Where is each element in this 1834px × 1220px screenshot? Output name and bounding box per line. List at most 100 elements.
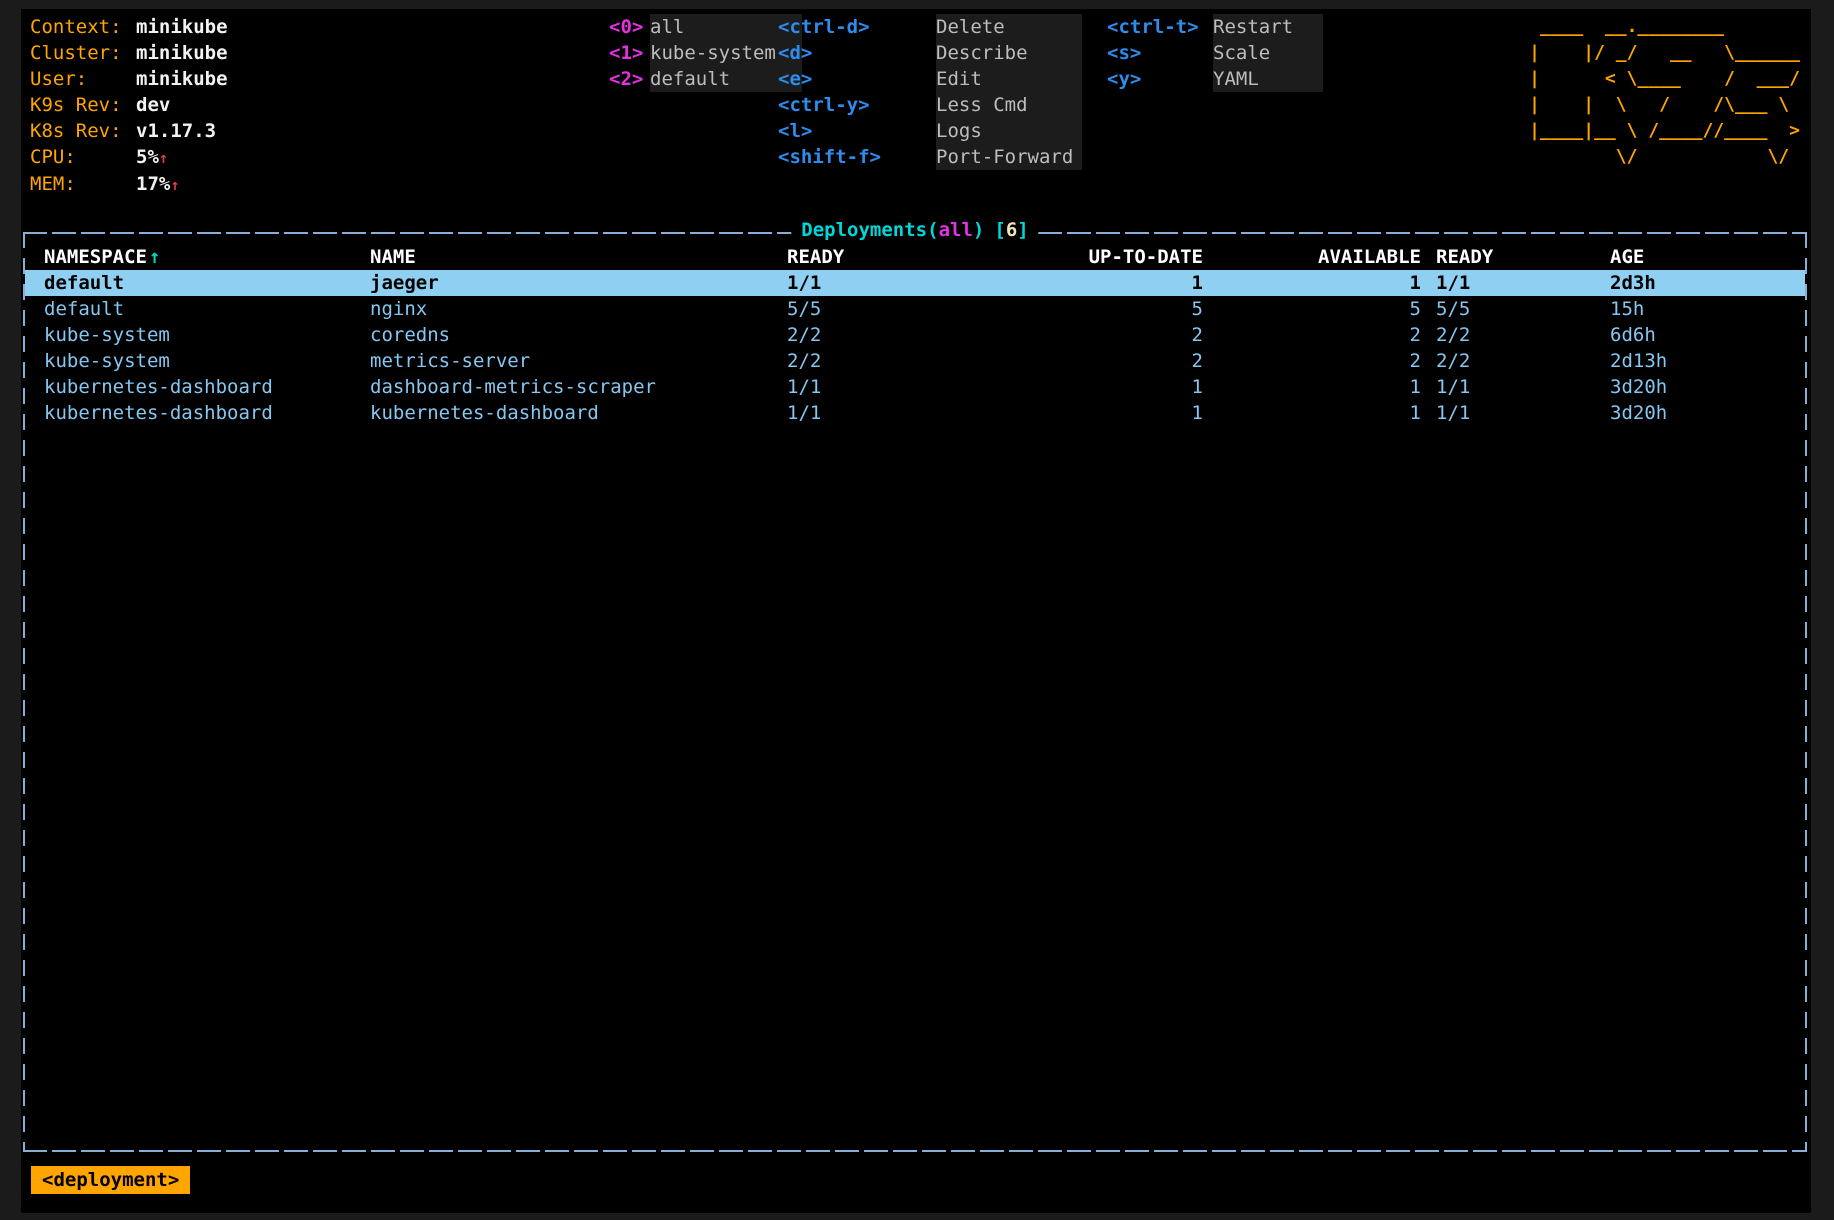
cell-age: 6d6h xyxy=(1598,322,1805,348)
cell-ready: 1/1 xyxy=(787,270,987,296)
cluster-info-row: Context:minikube xyxy=(30,14,228,40)
table-row[interactable]: kube-systemmetrics-server2/2222/22d13h xyxy=(25,348,1805,374)
cell-ready: 2/2 xyxy=(787,322,987,348)
cluster-info-row: Cluster:minikube xyxy=(30,40,228,66)
cluster-info-label: User: xyxy=(30,66,136,92)
cell-name: coredns xyxy=(370,322,787,348)
table-row[interactable]: kubernetes-dashboardkubernetes-dashboard… xyxy=(25,400,1805,426)
cell-namespace: kube-system xyxy=(25,348,370,374)
cluster-info-value: dev xyxy=(136,94,170,116)
column-header-name[interactable]: NAME xyxy=(370,244,787,270)
action-hotkeys-primary: <ctrl-d>Delete<d>Describe<e>Edit<ctrl-y>… xyxy=(778,14,1082,170)
action-hotkey[interactable]: <ctrl-d>Delete xyxy=(778,14,1082,40)
cell-ready: 1/1 xyxy=(787,400,987,426)
panel-title: Deployments(all)[6] xyxy=(791,219,1038,241)
column-header-age[interactable]: AGE xyxy=(1598,244,1805,270)
cluster-info-value: v1.17.3 xyxy=(136,120,216,142)
namespace-hotkey-key: <0> xyxy=(609,14,650,40)
cell-available: 1 xyxy=(1203,270,1421,296)
action-hotkeys-secondary: <ctrl-t>Restart<s>Scale<y>YAML xyxy=(1107,14,1323,92)
action-hotkey[interactable]: <y>YAML xyxy=(1107,66,1323,92)
cluster-info-label: K9s Rev: xyxy=(30,92,136,118)
cluster-info-value: minikube xyxy=(136,16,228,38)
column-header-up-to-date[interactable]: UP-TO-DATE xyxy=(987,244,1203,270)
column-header-ready[interactable]: READY xyxy=(787,244,987,270)
panel-title-scope: all xyxy=(939,219,973,241)
cluster-info-row: K9s Rev:dev xyxy=(30,92,228,118)
action-hotkey[interactable]: <e>Edit xyxy=(778,66,1082,92)
column-header-ready-2[interactable]: READY xyxy=(1421,244,1598,270)
cluster-info-value: minikube xyxy=(136,42,228,64)
column-header-label: NAMESPACE xyxy=(44,246,147,268)
table-row[interactable]: kube-systemcoredns2/2222/26d6h xyxy=(25,322,1805,348)
action-hotkey-label: Edit xyxy=(936,66,1082,92)
cell-age: 3d20h xyxy=(1598,374,1805,400)
header-zone: Context:minikubeCluster:minikubeUser:min… xyxy=(29,14,1803,204)
table-body: defaultjaeger1/1111/12d3hdefaultnginx5/5… xyxy=(25,270,1805,426)
cluster-info-value: 17% xyxy=(136,173,170,195)
deployments-table: NAMESPACE↑NAME READY UP-TO-DATE AVAILABLE RE… xyxy=(25,244,1805,426)
cell-ready-2: 2/2 xyxy=(1421,322,1598,348)
cell-name: metrics-server xyxy=(370,348,787,374)
action-hotkey[interactable]: <d>Describe xyxy=(778,40,1082,66)
cluster-info-value: minikube xyxy=(136,68,228,90)
cell-age: 2d13h xyxy=(1598,348,1805,374)
action-hotkey-key: <ctrl-t> xyxy=(1107,14,1213,40)
cell-ready-2: 2/2 xyxy=(1421,348,1598,374)
cell-age: 15h xyxy=(1598,296,1805,322)
cluster-info-label: Context: xyxy=(30,14,136,40)
cell-up-to-date: 2 xyxy=(987,348,1203,374)
metric-up-arrow-icon: ↑ xyxy=(170,176,179,194)
cell-name: nginx xyxy=(370,296,787,322)
resource-breadcrumb[interactable]: <deployment> xyxy=(31,1166,190,1194)
metric-up-arrow-icon: ↑ xyxy=(159,149,168,167)
action-hotkey[interactable]: <ctrl-y>Less Cmd xyxy=(778,92,1082,118)
column-header-label: NAME xyxy=(370,246,416,268)
action-hotkey-label: Logs xyxy=(936,118,1082,144)
column-header-label: READY xyxy=(1436,246,1493,268)
cell-namespace: kubernetes-dashboard xyxy=(25,400,370,426)
cell-name: jaeger xyxy=(370,270,787,296)
cell-available: 5 xyxy=(1203,296,1421,322)
column-header-label: AVAILABLE xyxy=(1318,246,1421,268)
cluster-info-row: K8s Rev:v1.17.3 xyxy=(30,118,228,144)
namespace-hotkey[interactable]: <0>all xyxy=(609,14,802,40)
cell-up-to-date: 1 xyxy=(987,270,1203,296)
column-header-label: READY xyxy=(787,246,844,268)
cluster-info-row: MEM:17%↑ xyxy=(30,171,228,198)
cell-namespace: kube-system xyxy=(25,322,370,348)
table-row[interactable]: defaultjaeger1/1111/12d3h xyxy=(25,270,1805,296)
table-row[interactable]: defaultnginx5/5555/515h xyxy=(25,296,1805,322)
cluster-info-label: CPU: xyxy=(30,144,136,170)
cell-name: kubernetes-dashboard xyxy=(370,400,787,426)
deployments-panel: Deployments(all)[6] NAMESPACE↑NAMEREADYU… xyxy=(23,232,1807,1152)
action-hotkey-label: Port-Forward xyxy=(936,144,1082,170)
column-header-available[interactable]: AVAILABLE xyxy=(1203,244,1421,270)
action-hotkey-key: <shift-f> xyxy=(778,144,936,170)
column-header-namespace[interactable]: NAMESPACE↑ xyxy=(25,244,370,270)
action-hotkey-label: Scale xyxy=(1213,40,1323,66)
cell-namespace: kubernetes-dashboard xyxy=(25,374,370,400)
action-hotkey[interactable]: <shift-f>Port-Forward xyxy=(778,144,1082,170)
action-hotkey-label: Restart xyxy=(1213,14,1323,40)
cell-age: 3d20h xyxy=(1598,400,1805,426)
cell-up-to-date: 2 xyxy=(987,322,1203,348)
panel-border-bottom xyxy=(23,1150,1807,1152)
cell-ready: 2/2 xyxy=(787,348,987,374)
namespace-hotkey[interactable]: <1>kube-system xyxy=(609,40,802,66)
action-hotkey[interactable]: <l>Logs xyxy=(778,118,1082,144)
action-hotkey[interactable]: <s>Scale xyxy=(1107,40,1323,66)
panel-border-right xyxy=(1805,232,1807,1152)
action-hotkey-key: <s> xyxy=(1107,40,1213,66)
k9s-terminal: Context:minikubeCluster:minikubeUser:min… xyxy=(21,9,1811,1213)
action-hotkey-key: <ctrl-y> xyxy=(778,92,936,118)
cell-available: 1 xyxy=(1203,374,1421,400)
action-hotkey[interactable]: <ctrl-t>Restart xyxy=(1107,14,1323,40)
table-row[interactable]: kubernetes-dashboarddashboard-metrics-sc… xyxy=(25,374,1805,400)
namespace-hotkey-key: <2> xyxy=(609,66,650,92)
cell-namespace: default xyxy=(25,270,370,296)
cluster-info-row: User:minikube xyxy=(30,66,228,92)
cell-available: 2 xyxy=(1203,322,1421,348)
table-header-row: NAMESPACE↑NAME READY UP-TO-DATE AVAILABLE RE… xyxy=(25,244,1805,270)
namespace-hotkey[interactable]: <2>default xyxy=(609,66,802,92)
